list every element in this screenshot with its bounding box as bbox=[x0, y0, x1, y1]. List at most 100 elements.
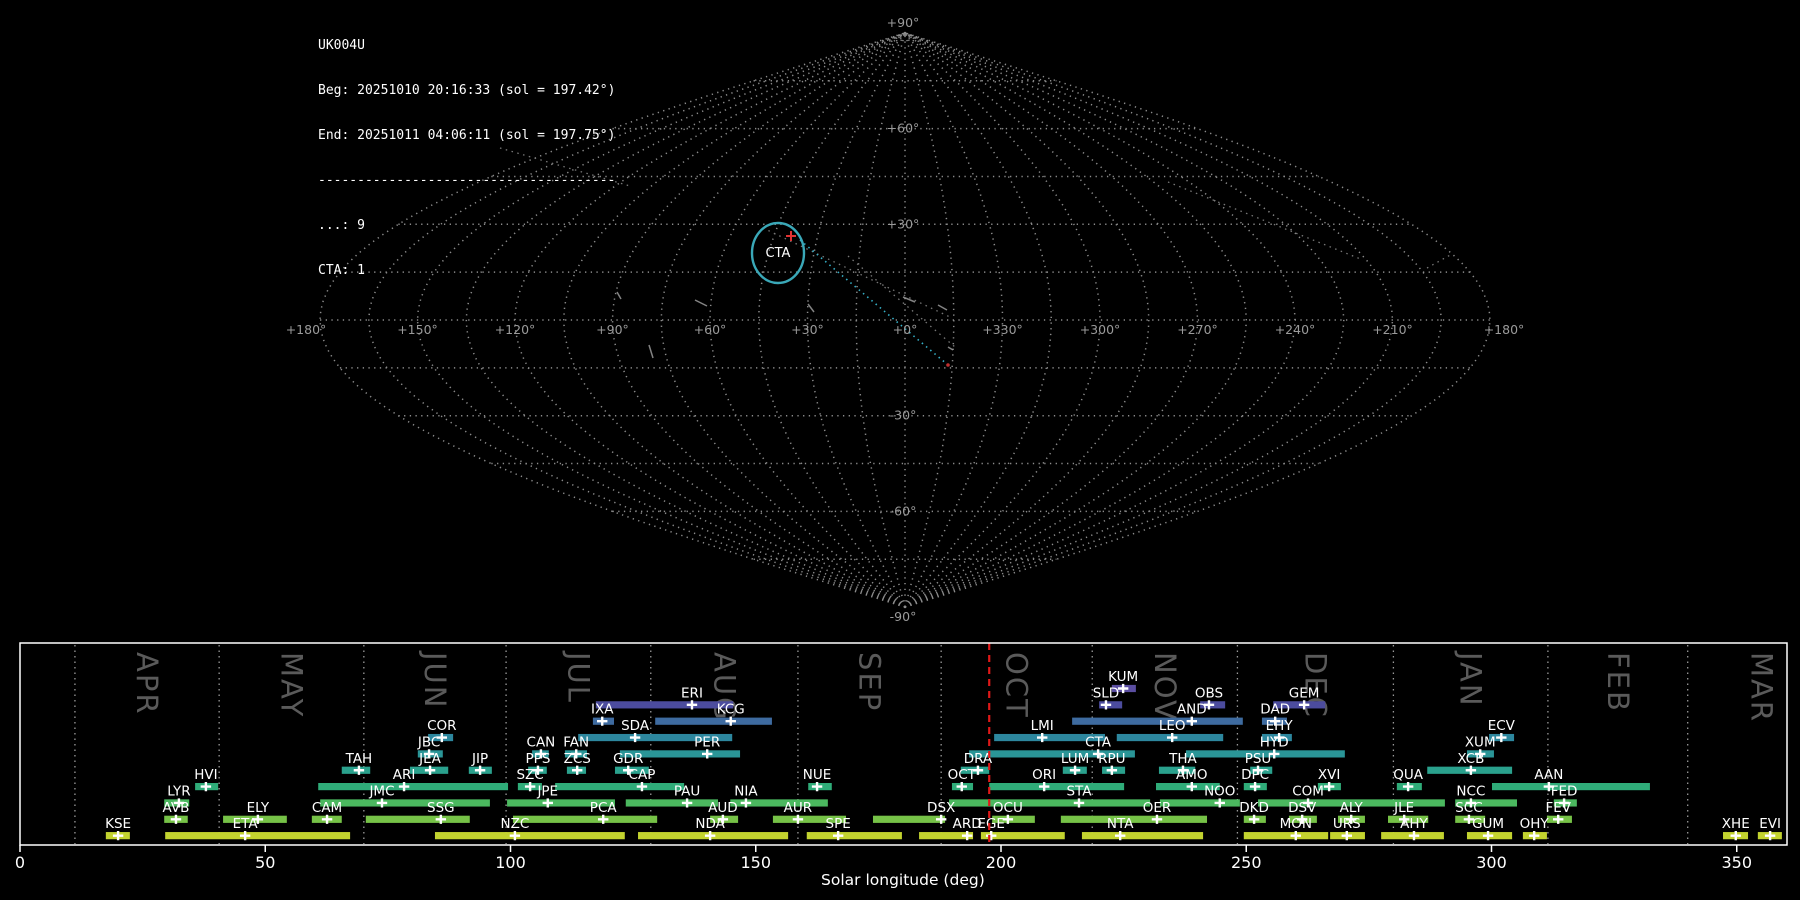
shower-code-label: MON bbox=[1280, 816, 1312, 832]
shower-code-label: NUE bbox=[803, 767, 832, 783]
activity-bar bbox=[1159, 799, 1240, 807]
activity-bar bbox=[1081, 832, 1204, 840]
activity-bar bbox=[595, 701, 734, 709]
activity-bar bbox=[320, 799, 490, 807]
shower-code-label: NCC bbox=[1456, 783, 1485, 799]
cta-meteor-cross bbox=[786, 231, 796, 241]
meteor-trail bbox=[902, 296, 916, 303]
shower-code-label: LMI bbox=[1031, 718, 1054, 734]
cta-radiant-label: CTA bbox=[766, 246, 791, 261]
meridian-line bbox=[904, 32, 1101, 608]
x-axis-tick-label: 100 bbox=[495, 853, 526, 872]
shower-bar-XHE: XHE bbox=[1722, 816, 1750, 841]
end-time-line: End: 20251011 04:06:11 (sol = 197.75°) bbox=[318, 128, 616, 143]
radiant-drift-line bbox=[1167, 181, 1364, 261]
north-pole-dot bbox=[903, 31, 907, 35]
shower-code-label: ORI bbox=[1032, 767, 1056, 783]
shower-code-label: GDR bbox=[613, 751, 643, 767]
sky-map-and-timeline: CTA +90° +60° +30° -30° -60° -90° +180° +150° +12… bbox=[15, 15, 1788, 889]
x-axis: 0 50 100 150 200 250 300 350 Solar longitude (de… bbox=[15, 845, 1752, 889]
x-axis-tick-label: 150 bbox=[740, 853, 771, 872]
longitude-label: +90° bbox=[596, 322, 629, 337]
longitude-label: +330° bbox=[982, 322, 1023, 337]
longitude-label: +0° bbox=[893, 322, 918, 337]
shower-code-label: ARI bbox=[393, 767, 416, 783]
activity-bar bbox=[1243, 832, 1329, 840]
shower-code-label: AAN bbox=[1534, 767, 1563, 783]
shower-code-label: NOO bbox=[1204, 783, 1235, 799]
shower-bar-NUE: NUE bbox=[803, 767, 832, 792]
shower-code-label: ERI bbox=[681, 685, 703, 701]
activity-bar bbox=[165, 832, 351, 840]
shower-code-label: XUM bbox=[1465, 734, 1496, 750]
shower-bars: KUM ERI SLD OBS GEM IXA KCG AND DAD COR SDA LMI LEO E… bbox=[105, 669, 1782, 841]
meridian-line bbox=[904, 32, 1053, 608]
shower-code-label: CTA bbox=[1085, 734, 1112, 750]
shower-code-label: AVB bbox=[163, 800, 190, 816]
longitude-label: +30° bbox=[791, 322, 824, 337]
radiant-map-screen: UK004U Beg: 20251010 20:16:33 (sol = 197… bbox=[0, 0, 1800, 900]
shower-code-label: RPU bbox=[1098, 751, 1125, 767]
longitude-label: +180° bbox=[1484, 322, 1525, 337]
month-labels: APR MAY JUN JUL AUG SEP OCT NOV DEC JAN FEB MAR bbox=[130, 650, 1778, 723]
shower-bar-URS: URS bbox=[1330, 816, 1365, 841]
longitude-label: +150° bbox=[397, 322, 438, 337]
shower-code-label: ECV bbox=[1488, 718, 1516, 734]
x-axis-tick-label: 200 bbox=[986, 853, 1017, 872]
shower-code-label: NZC bbox=[501, 816, 530, 832]
shower-code-label: SCC bbox=[1455, 800, 1482, 816]
south-pole-dot bbox=[903, 605, 907, 609]
meteor-trail bbox=[807, 303, 815, 313]
shower-code-label: NTA bbox=[1107, 816, 1134, 832]
shower-code-label: XHE bbox=[1722, 816, 1750, 832]
shower-bar-DKD: DKD bbox=[1239, 800, 1269, 824]
shower-code-label: KCG bbox=[717, 702, 745, 718]
shower-code-label: PER bbox=[694, 734, 720, 750]
shower-bar-NDA: NDA bbox=[638, 816, 789, 841]
separator-line: -------------------------------------- bbox=[318, 173, 616, 188]
shower-code-label: JMC bbox=[368, 783, 394, 799]
station-id: UK004U bbox=[318, 38, 365, 53]
shower-bar-OCT: OCT bbox=[948, 767, 977, 792]
meteor-trajectory-line bbox=[799, 239, 949, 366]
observation-summary: UK004U Beg: 20251010 20:16:33 (sol = 197… bbox=[318, 8, 615, 308]
shower-code-label: STA bbox=[1066, 783, 1092, 799]
shower-code-label: FED bbox=[1551, 783, 1578, 799]
month-label: JUN bbox=[418, 650, 452, 709]
meridian-line bbox=[904, 32, 1248, 608]
meteor-trail bbox=[947, 346, 954, 351]
shower-bar-LUM: LUM bbox=[1061, 751, 1089, 775]
shower-code-label: FAN bbox=[563, 734, 589, 750]
activity-bar bbox=[989, 783, 1125, 791]
month-label: FEB bbox=[1601, 652, 1635, 713]
shower-code-label: PSU bbox=[1245, 751, 1272, 767]
meteor-trail bbox=[937, 304, 948, 311]
shower-bar-JIP: JIP bbox=[468, 751, 492, 775]
shower-code-label: LYR bbox=[167, 783, 190, 799]
shower-code-label: AHY bbox=[1400, 816, 1428, 832]
radiant-drift-line bbox=[762, 227, 953, 319]
shower-code-label: JLE bbox=[1393, 800, 1414, 816]
shower-code-label: KSE bbox=[105, 816, 131, 832]
shower-code-label: THA bbox=[1168, 751, 1197, 767]
shower-bar-XCB: XCB bbox=[1427, 751, 1513, 775]
shower-bar-AVB: AVB bbox=[163, 800, 190, 824]
shower-code-label: NDA bbox=[695, 816, 725, 832]
shower-code-label: ELY bbox=[247, 800, 270, 816]
activity-bar bbox=[806, 832, 902, 840]
latitude-label: -30° bbox=[890, 408, 917, 423]
shower-bar-FEV: FEV bbox=[1545, 800, 1572, 824]
activity-bar bbox=[1072, 717, 1243, 725]
shower-code-label: LEO bbox=[1159, 718, 1186, 734]
shower-code-label: XCB bbox=[1457, 751, 1484, 767]
activity-bar bbox=[625, 799, 718, 807]
shower-code-label: GUM bbox=[1472, 816, 1504, 832]
meridian-line bbox=[709, 32, 906, 608]
month-label: APR bbox=[130, 652, 164, 715]
shower-code-label: OBS bbox=[1195, 685, 1223, 701]
x-axis-tick-label: 0 bbox=[15, 853, 25, 872]
x-axis-tick-label: 300 bbox=[1476, 853, 1507, 872]
trajectory-end-dot bbox=[946, 363, 950, 367]
shower-code-label: XVI bbox=[1318, 767, 1340, 783]
shower-code-label: ETA bbox=[233, 816, 259, 832]
